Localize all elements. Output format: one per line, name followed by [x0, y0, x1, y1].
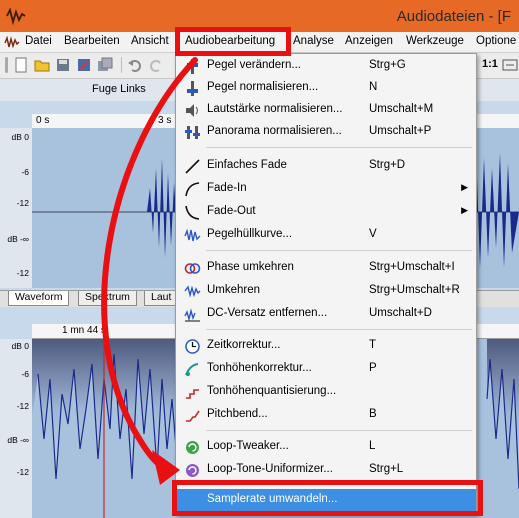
annotation-box-menu	[175, 27, 291, 56]
annotation-arrow	[101, 57, 198, 485]
annotation-box-menu-item	[172, 480, 483, 516]
